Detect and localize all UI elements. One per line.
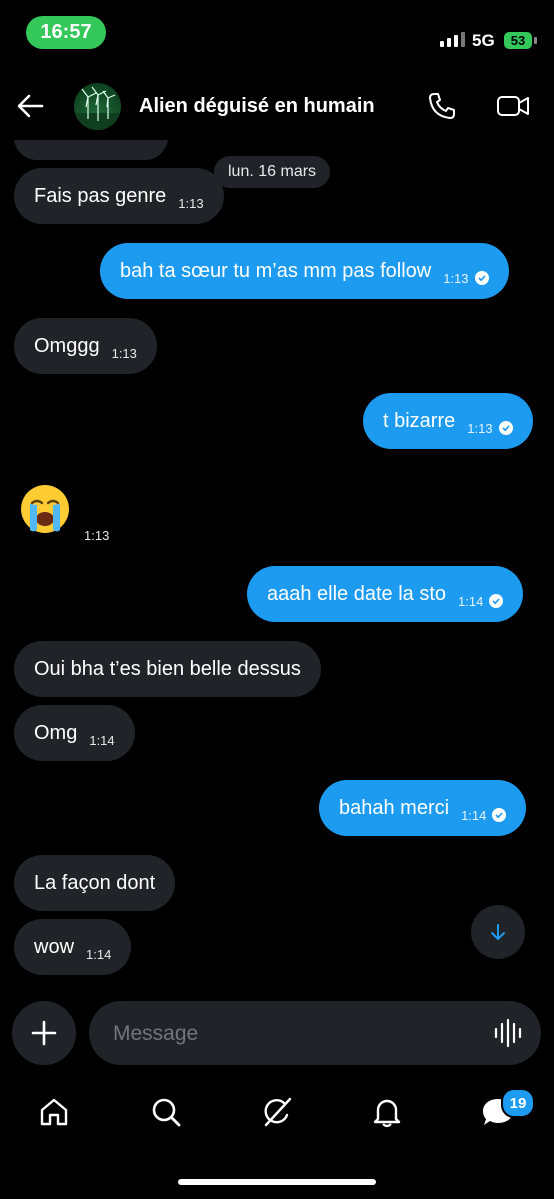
message-bubble-outgoing[interactable]: aaah elle date la sto 1:14 xyxy=(247,566,524,622)
message-text: Omg xyxy=(34,721,78,744)
read-check-icon xyxy=(498,421,513,435)
wind-turbines-icon xyxy=(74,86,121,130)
message-text: Oui bha t’es bien belle dessus xyxy=(34,657,301,680)
tab-home[interactable] xyxy=(34,1092,74,1132)
attach-button[interactable] xyxy=(12,1001,76,1065)
message-field[interactable] xyxy=(89,1001,541,1067)
message-text: Fais pas genre xyxy=(34,184,167,207)
tab-search[interactable] xyxy=(146,1092,186,1132)
grok-icon xyxy=(264,1097,292,1127)
message-text: bah ta sœur tu m’as mm pas follow xyxy=(120,259,432,282)
message-time: 1:14 xyxy=(86,946,112,962)
date-separator: lun. 16 mars xyxy=(214,156,331,188)
read-check-icon xyxy=(474,271,489,285)
contact-name[interactable]: Alien déguisé en humain xyxy=(139,95,375,118)
bottom-tab-bar xyxy=(0,1080,554,1146)
network-type: 5G xyxy=(472,31,495,50)
message-time: 1:13 xyxy=(178,195,204,211)
message-time: 1:13 xyxy=(84,528,110,543)
message-text: La façon dont xyxy=(34,871,156,894)
search-icon xyxy=(152,1098,181,1127)
video-call-icon[interactable] xyxy=(496,90,530,122)
message-bubble-incoming[interactable]: La façon dont xyxy=(14,855,176,911)
tab-notifications[interactable] xyxy=(367,1092,407,1132)
message-time: 1:14 xyxy=(458,593,484,609)
loudly-crying-face-icon[interactable] xyxy=(18,482,72,536)
message-time: 1:13 xyxy=(443,270,469,286)
message-time: 1:13 xyxy=(111,345,137,361)
message-bubble-outgoing[interactable]: t bizarre 1:13 xyxy=(363,393,533,449)
message-text: aaah elle date la sto xyxy=(267,582,447,605)
message-text: wow xyxy=(34,935,75,958)
phone-call-icon[interactable] xyxy=(426,90,458,122)
message-bubble-incoming[interactable]: Omggg 1:13 xyxy=(14,318,157,374)
battery-level: 53 xyxy=(504,32,532,49)
message-text: Omggg xyxy=(34,334,100,357)
bell-icon xyxy=(373,1099,401,1128)
messages-unread-badge: 19 xyxy=(501,1088,535,1118)
message-input[interactable] xyxy=(111,1001,475,1067)
chat-header: Alien déguisé en humain xyxy=(0,70,554,140)
clock: 16:57 xyxy=(26,16,106,49)
message-composer xyxy=(0,995,554,1075)
status-bar: 16:57 5G 53 xyxy=(0,0,554,70)
back-arrow-icon[interactable] xyxy=(14,90,46,122)
message-time: 1:14 xyxy=(461,807,487,823)
tab-grok[interactable] xyxy=(257,1092,297,1132)
message-thread[interactable]: lun. 16 mars Fais pas genre 1:13 bah ta … xyxy=(0,140,554,995)
home-icon xyxy=(40,1098,68,1126)
clipped-message-bubble xyxy=(14,140,168,160)
arrow-down-icon xyxy=(491,924,505,940)
voice-message-icon[interactable] xyxy=(493,1018,523,1048)
message-bubble-incoming[interactable]: Omg 1:14 xyxy=(14,705,135,761)
read-check-icon xyxy=(489,594,504,608)
message-text: t bizarre xyxy=(383,409,456,432)
scroll-to-bottom-button[interactable] xyxy=(471,905,525,959)
battery-icon xyxy=(534,37,537,44)
message-bubble-incoming[interactable]: wow 1:14 xyxy=(14,919,132,975)
plus-icon xyxy=(31,1020,57,1046)
message-bubble-outgoing[interactable]: bahah merci 1:14 xyxy=(319,780,527,836)
read-check-icon xyxy=(492,808,507,822)
message-time: 1:13 xyxy=(467,420,493,436)
message-time: 1:14 xyxy=(89,732,115,748)
message-text: bahah merci xyxy=(339,796,450,819)
home-indicator[interactable] xyxy=(178,1179,376,1185)
message-bubble-incoming[interactable]: Fais pas genre 1:13 xyxy=(14,168,224,224)
avatar[interactable] xyxy=(74,83,121,130)
message-bubble-incoming[interactable]: Oui bha t’es bien belle dessus xyxy=(14,641,321,697)
message-bubble-outgoing[interactable]: bah ta sœur tu m’as mm pas follow 1:13 xyxy=(100,243,509,299)
signal-strength-icon xyxy=(440,32,465,47)
